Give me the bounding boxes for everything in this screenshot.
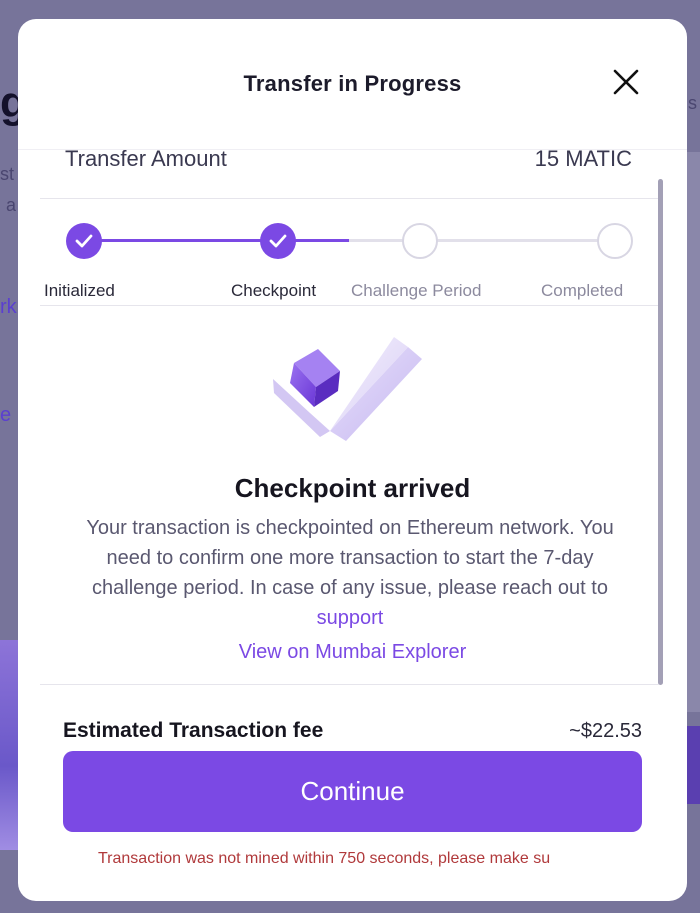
bg-link-fragment: e	[0, 404, 12, 426]
step-node-challenge-period	[402, 223, 438, 259]
stepper-progress-line	[84, 239, 349, 242]
explorer-link[interactable]: View on Mumbai Explorer	[18, 641, 687, 664]
checkmark-illustration	[270, 319, 430, 449]
transfer-amount-label: Transfer Amount	[65, 146, 227, 171]
close-icon	[613, 69, 639, 95]
check-icon	[269, 234, 287, 248]
divider	[40, 305, 659, 306]
modal-header: Transfer in Progress	[18, 19, 687, 150]
step-node-initialized	[66, 223, 102, 259]
close-button[interactable]	[611, 67, 641, 97]
bg-text-fragment: st	[0, 164, 15, 184]
transfer-modal: Transfer in Progress Transfer Amount 15 …	[18, 19, 687, 901]
step-label-challenge-period: Challenge Period	[351, 281, 482, 300]
bg-button	[686, 726, 700, 804]
status-description: Your transaction is checkpointed on Ethe…	[62, 513, 638, 633]
continue-button[interactable]: Continue	[63, 751, 642, 832]
status-body-text: Your transaction is checkpointed on Ethe…	[86, 517, 614, 599]
progress-stepper: Initialized Checkpoint Challenge Period …	[40, 199, 659, 305]
divider	[40, 684, 659, 685]
bg-panel	[686, 152, 700, 712]
fee-label: Estimated Transaction fee	[63, 719, 324, 742]
step-label-checkpoint: Checkpoint	[231, 281, 317, 300]
step-label-completed: Completed	[541, 281, 624, 300]
fee-row: Estimated Transaction fee ~$22.53	[63, 719, 642, 743]
fee-value: ~$22.53	[569, 720, 642, 742]
step-node-completed	[597, 223, 633, 259]
scrollbar[interactable]	[658, 179, 663, 685]
step-node-checkpoint	[260, 223, 296, 259]
bg-link-fragment: rk	[0, 296, 17, 318]
bg-text-fragment: s	[688, 93, 697, 113]
support-link[interactable]: support	[62, 603, 638, 633]
transfer-amount-row: Transfer Amount 15 MATIC	[65, 145, 632, 173]
stepper-pending-line	[349, 239, 615, 242]
error-message: Transaction was not mined within 750 sec…	[98, 850, 551, 867]
modal-title: Transfer in Progress	[243, 71, 462, 96]
status-title: Checkpoint arrived	[234, 473, 471, 503]
bg-illustration	[0, 640, 18, 850]
check-icon	[75, 234, 93, 248]
step-label-initialized: Initialized	[44, 281, 115, 300]
bg-text-fragment: a	[6, 195, 17, 215]
transfer-amount-value: 15 MATIC	[534, 146, 632, 171]
